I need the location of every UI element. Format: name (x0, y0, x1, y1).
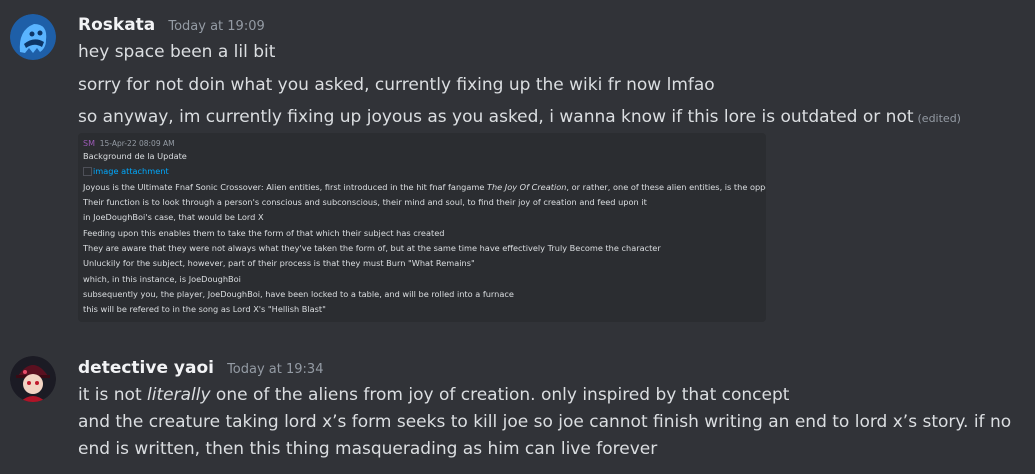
embed-line: They are aware that they were not always… (83, 243, 661, 253)
message-italic-text: literally (147, 385, 211, 405)
embed-line: Joyous is the Ultimate Fnaf Sonic Crosso… (83, 181, 766, 194)
message-text: and the creature taking lord x’s form se… (78, 412, 1012, 432)
username[interactable]: detective yaoi (78, 358, 214, 378)
embed-italic-text: The Joy Of Creation (486, 182, 567, 192)
embed-text: Joyous is the Ultimate Fnaf Sonic Crosso… (83, 182, 487, 192)
embed-line: Their function is to look through a pers… (83, 197, 647, 207)
image-placeholder-icon (83, 167, 92, 176)
embed-text: , or rather, one of these alien entities… (566, 182, 766, 192)
embed-line: which, in this instance, is JoeDoughBoi (83, 274, 241, 284)
image-link-text[interactable]: image attachment (93, 166, 169, 176)
embed-date: 15-Apr-22 08:09 AM (99, 139, 175, 148)
attached-image-embed[interactable]: SM 15-Apr-22 08:09 AM Background de la U… (78, 133, 766, 322)
message-text: hey space been a lil bit (78, 42, 276, 62)
embed-image-link[interactable]: image attachment (83, 165, 169, 178)
timestamp: Today at 19:09 (168, 19, 265, 34)
message-text-part: it is not (78, 385, 148, 405)
embed-line: Feeding upon this enables them to take t… (83, 228, 445, 238)
message-text: sorry for not doin what you asked, curre… (78, 75, 715, 95)
embed-line: this will be refered to in the song as L… (83, 304, 326, 314)
edited-label: (edited) (917, 112, 961, 125)
message-text: end is written, then this thing masquera… (78, 439, 658, 459)
embed-line: in JoeDoughBoi's case, that would be Lor… (83, 212, 264, 222)
timestamp: Today at 19:34 (227, 362, 324, 377)
message-text-part: one of the aliens from joy of creation. … (210, 385, 790, 405)
message-text-content: so anyway, im currently fixing up joyous… (78, 107, 914, 127)
avatar-detective-yaoi[interactable] (10, 356, 56, 402)
embed-line: subsequently you, the player, JoeDoughBo… (83, 289, 514, 299)
detective-character-avatar-icon (10, 356, 56, 402)
avatar-roskata[interactable] (10, 14, 56, 60)
embed-title: Background de la Update (83, 151, 187, 161)
blue-ghost-avatar-icon (10, 14, 56, 60)
embed-line: Unluckily for the subject, however, part… (83, 258, 475, 268)
embed-author: SM (83, 139, 95, 148)
message-text: it is not literally one of the aliens fr… (78, 384, 789, 406)
message-text: so anyway, im currently fixing up joyous… (78, 106, 961, 130)
username[interactable]: Roskata (78, 15, 155, 35)
embed-header: SM 15-Apr-22 08:09 AM (83, 137, 175, 150)
